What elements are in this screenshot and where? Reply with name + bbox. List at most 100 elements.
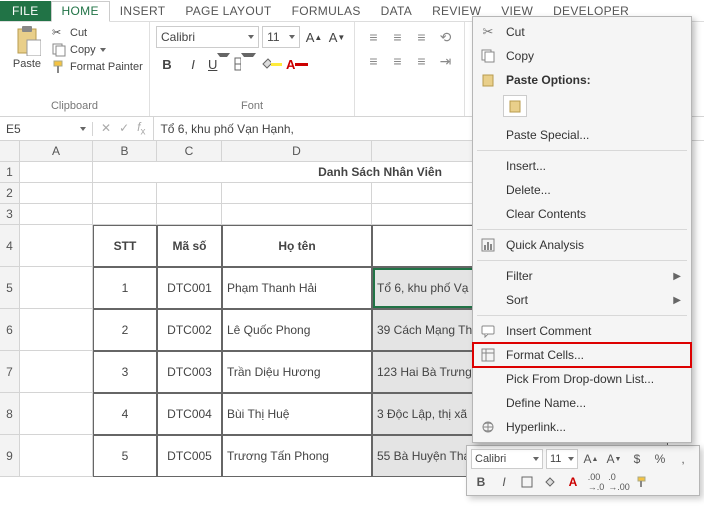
tab-formulas[interactable]: FORMULAS (282, 2, 371, 21)
shrink-font-button[interactable]: A▼ (326, 26, 348, 48)
orientation-button[interactable]: ⟲ (435, 26, 457, 48)
ctx-hyperlink[interactable]: Hyperlink... (473, 415, 691, 439)
format-painter-button[interactable]: Format Painter (52, 60, 143, 74)
cell-b5[interactable]: 1 (93, 267, 157, 309)
tab-insert[interactable]: INSERT (110, 2, 176, 21)
cell-b9[interactable]: 5 (93, 435, 157, 477)
cell-c7[interactable]: DTC003 (157, 351, 222, 393)
italic-button[interactable]: I (182, 53, 204, 75)
enter-icon[interactable]: ✓ (119, 121, 129, 135)
col-header-b[interactable]: B (93, 141, 157, 162)
mini-grow-font[interactable]: A▲ (581, 449, 601, 469)
ctx-copy[interactable]: Copy (473, 44, 691, 68)
cell-d7[interactable]: Trần Diệu Hương (222, 351, 372, 393)
align-top-button[interactable]: ≡ (363, 26, 385, 48)
align-left-button[interactable]: ≡ (363, 50, 385, 72)
cell-b8[interactable]: 4 (93, 393, 157, 435)
align-middle-button[interactable]: ≡ (387, 26, 409, 48)
cell-c5[interactable]: DTC001 (157, 267, 222, 309)
mini-font-size[interactable]: 11 (546, 449, 578, 469)
cell-d8[interactable]: Bùi Thị Huệ (222, 393, 372, 435)
mini-font-color[interactable]: A (563, 472, 583, 492)
indent-button[interactable]: ⇥ (435, 50, 457, 72)
ctx-paste-options (473, 92, 691, 123)
mini-dec-decimal[interactable]: .00→.0 (586, 472, 606, 492)
th-stt[interactable]: STT (93, 225, 157, 267)
col-header-d[interactable]: D (222, 141, 372, 162)
mini-fill-color[interactable] (540, 472, 560, 492)
align-center-button[interactable]: ≡ (387, 50, 409, 72)
ctx-define-name[interactable]: Define Name... (473, 391, 691, 415)
row-header-6[interactable]: 6 (0, 309, 20, 351)
copy-button[interactable]: Copy (52, 43, 143, 57)
ctx-sort[interactable]: Sort▶ (473, 288, 691, 312)
font-name-select[interactable]: Calibri (156, 26, 259, 48)
row-header-1[interactable]: 1 (0, 162, 20, 183)
paste-option-1[interactable] (503, 95, 527, 117)
paste-label: Paste (13, 58, 41, 70)
tab-page-layout[interactable]: PAGE LAYOUT (175, 2, 281, 21)
tab-data[interactable]: DATA (371, 2, 422, 21)
font-color-button[interactable]: A (286, 53, 308, 75)
th-ma[interactable]: Mã số (157, 225, 222, 267)
bold-button[interactable]: B (156, 53, 178, 75)
paste-button[interactable]: Paste (6, 26, 48, 74)
row-header-7[interactable]: 7 (0, 351, 20, 393)
border-icon (521, 476, 533, 488)
font-size-select[interactable]: 11 (262, 26, 300, 48)
mini-format-painter[interactable] (632, 472, 652, 492)
ctx-quick-analysis[interactable]: Quick Analysis (473, 233, 691, 257)
mini-italic[interactable]: I (494, 472, 514, 492)
context-menu: ✂Cut Copy Paste Options: Paste Special..… (472, 16, 692, 443)
ctx-insert-comment[interactable]: Insert Comment (473, 319, 691, 343)
col-header-a[interactable]: A (20, 141, 93, 162)
row-header-3[interactable]: 3 (0, 204, 20, 225)
ctx-paste-special[interactable]: Paste Special... (473, 123, 691, 147)
mini-percent[interactable]: % (650, 449, 670, 469)
mini-inc-decimal[interactable]: .0→.00 (609, 472, 629, 492)
align-bottom-button[interactable]: ≡ (411, 26, 433, 48)
ctx-clear-contents[interactable]: Clear Contents (473, 202, 691, 226)
mini-font-name[interactable]: Calibri (471, 449, 543, 469)
tab-home[interactable]: HOME (51, 1, 110, 22)
cell-d9[interactable]: Trương Tấn Phong (222, 435, 372, 477)
cell-c9[interactable]: DTC005 (157, 435, 222, 477)
ctx-insert[interactable]: Insert... (473, 154, 691, 178)
ctx-delete[interactable]: Delete... (473, 178, 691, 202)
name-box[interactable]: E5 (0, 122, 93, 136)
ctx-pick-list[interactable]: Pick From Drop-down List... (473, 367, 691, 391)
ctx-cut[interactable]: ✂Cut (473, 20, 691, 44)
cell-b6[interactable]: 2 (93, 309, 157, 351)
row-header-9[interactable]: 9 (0, 435, 20, 477)
mini-comma[interactable]: , (673, 449, 693, 469)
clipboard-label: Clipboard (51, 100, 98, 114)
cancel-icon[interactable]: ✕ (101, 121, 111, 135)
brush-icon (636, 476, 648, 488)
borders-button[interactable] (234, 53, 256, 75)
select-all-corner[interactable] (0, 141, 20, 162)
ctx-filter[interactable]: Filter▶ (473, 264, 691, 288)
row-header-2[interactable]: 2 (0, 183, 20, 204)
cell-c6[interactable]: DTC002 (157, 309, 222, 351)
mini-currency[interactable]: $ (627, 449, 647, 469)
row-header-5[interactable]: 5 (0, 267, 20, 309)
cell-c8[interactable]: DTC004 (157, 393, 222, 435)
cell-b7[interactable]: 3 (93, 351, 157, 393)
mini-shrink-font[interactable]: A▼ (604, 449, 624, 469)
mini-borders[interactable] (517, 472, 537, 492)
fill-color-button[interactable] (260, 53, 282, 75)
ctx-format-cells[interactable]: Format Cells... (473, 343, 691, 367)
th-ten[interactable]: Họ tên (222, 225, 372, 267)
fx-icon[interactable]: fx (137, 120, 145, 137)
row-header-4[interactable]: 4 (0, 225, 20, 267)
align-right-button[interactable]: ≡ (411, 50, 433, 72)
mini-bold[interactable]: B (471, 472, 491, 492)
col-header-c[interactable]: C (157, 141, 222, 162)
row-header-8[interactable]: 8 (0, 393, 20, 435)
cut-button[interactable]: ✂Cut (52, 26, 143, 40)
underline-button[interactable]: U (208, 53, 230, 75)
grow-font-button[interactable]: A▲ (303, 26, 325, 48)
cell-d5[interactable]: Phạm Thanh Hải (222, 267, 372, 309)
cell-d6[interactable]: Lê Quốc Phong (222, 309, 372, 351)
tab-file[interactable]: FILE (0, 1, 51, 21)
